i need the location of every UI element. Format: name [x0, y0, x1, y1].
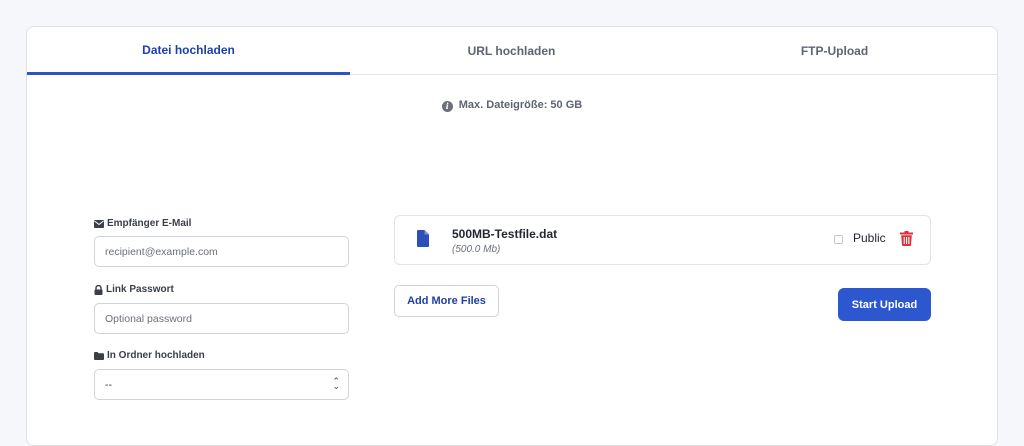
start-upload-button[interactable]: Start Upload: [838, 288, 931, 321]
email-placeholder: recipient@example.com: [105, 245, 218, 258]
upload-card: Datei hochladen URL hochladen FTP-Upload…: [26, 26, 998, 446]
max-size-text: Max. Dateigröße: 50 GB: [458, 99, 583, 111]
add-more-files-button[interactable]: Add More Files: [394, 285, 499, 317]
password-field[interactable]: Optional password: [94, 303, 349, 334]
password-label: Link Passwort: [94, 284, 174, 295]
folder-label-text: In Ordner hochladen: [107, 350, 205, 361]
file-icon: [417, 230, 429, 247]
file-size: (500.0 Mb): [452, 244, 501, 255]
folder-label: In Ordner hochladen: [94, 350, 205, 361]
chevron-updown-icon: ⌃ ⌄: [332, 376, 340, 391]
envelope-icon: [94, 219, 104, 228]
folder-select[interactable]: -- ⌃ ⌄: [94, 369, 349, 400]
tab-url-hochladen[interactable]: URL hochladen: [350, 27, 673, 75]
file-list-item: 500MB-Testfile.dat (500.0 Mb) Public: [394, 215, 931, 265]
password-label-text: Link Passwort: [106, 284, 174, 295]
email-field[interactable]: recipient@example.com: [94, 236, 349, 267]
upload-tabs: Datei hochladen URL hochladen FTP-Upload: [27, 27, 997, 75]
tab-ftp-upload[interactable]: FTP-Upload: [673, 27, 996, 75]
folder-select-value: --: [105, 378, 112, 391]
public-checkbox[interactable]: [834, 235, 843, 244]
info-icon: i: [441, 101, 453, 112]
file-name: 500MB-Testfile.dat: [452, 227, 558, 241]
email-label: Empfänger E-Mail: [94, 218, 191, 229]
lock-icon: [94, 284, 103, 295]
max-size-info: i Max. Dateigröße: 50 GB: [27, 99, 997, 112]
public-label: Public: [853, 231, 886, 245]
folder-icon: [94, 351, 104, 360]
trash-icon[interactable]: [900, 231, 913, 246]
password-placeholder: Optional password: [105, 312, 192, 325]
tab-datei-hochladen[interactable]: Datei hochladen: [27, 27, 350, 75]
email-label-text: Empfänger E-Mail: [107, 218, 192, 229]
